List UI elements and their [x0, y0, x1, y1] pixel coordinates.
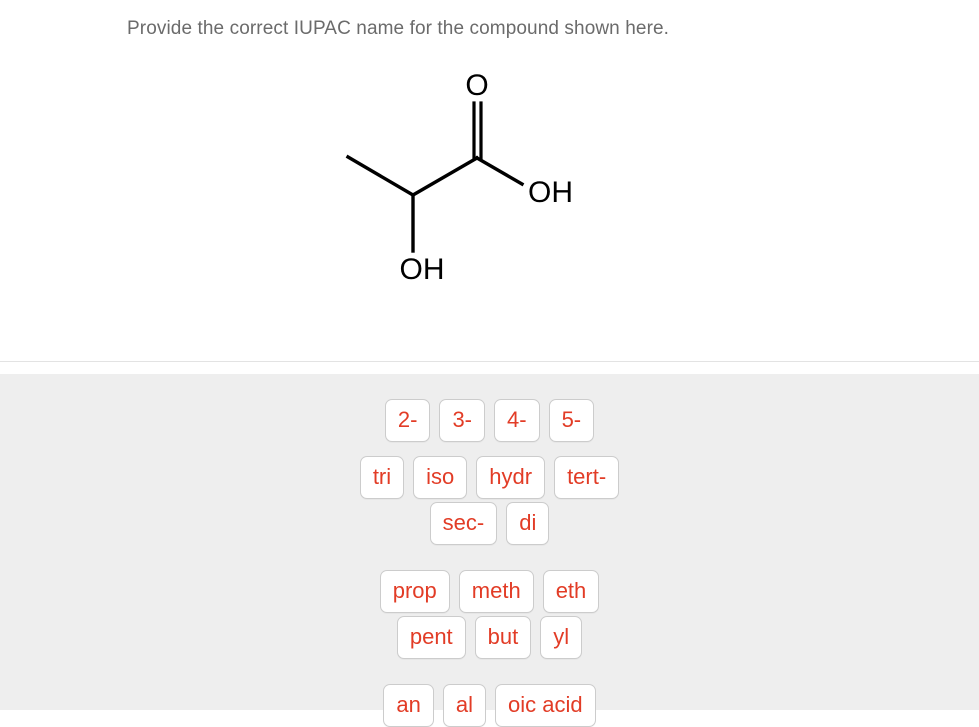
token-row-1: 2- 3- 4- 5- [0, 399, 979, 442]
token-button-eth[interactable]: eth [542, 570, 600, 613]
answer-token-tray: 2- 3- 4- 5- tri iso hydr tert- sec- di p… [0, 374, 979, 727]
token-button-pent[interactable]: pent [396, 616, 466, 659]
token-button-di[interactable]: di [506, 502, 550, 545]
token-button-5[interactable]: 5- [548, 399, 595, 442]
token-button-4[interactable]: 4- [494, 399, 540, 442]
token-button-al[interactable]: al [442, 684, 486, 727]
token-button-tri[interactable]: tri [359, 456, 405, 499]
token-button-oic-acid[interactable]: oic acid [495, 684, 596, 727]
token-row-3: sec- di [0, 502, 979, 545]
token-row-4: prop meth eth [0, 570, 979, 613]
question-prompt: Provide the correct IUPAC name for the c… [127, 18, 670, 39]
token-button-3[interactable]: 3- [439, 399, 485, 442]
molecule-figure: O OH OH [300, 55, 640, 305]
token-row-2: tri iso hydr tert- [0, 456, 979, 499]
token-button-iso[interactable]: iso [413, 456, 468, 499]
bond-c3-c2 [345, 154, 416, 198]
token-row-5: pent but yl [0, 616, 979, 659]
token-button-2[interactable]: 2- [384, 399, 431, 442]
token-row-6: an al oic acid [0, 684, 979, 727]
token-button-hydr[interactable]: hydr [476, 456, 546, 499]
bond-c1-hydroxyl [474, 155, 525, 187]
token-button-sec[interactable]: sec- [429, 502, 498, 545]
bond-c2-c1 [410, 155, 480, 198]
atom-label-carbonyl-oxygen: O [465, 69, 488, 102]
question-panel: Provide the correct IUPAC name for the c… [0, 0, 979, 362]
token-button-tert[interactable]: tert- [554, 456, 620, 499]
token-button-prop[interactable]: prop [379, 570, 450, 613]
token-button-an[interactable]: an [383, 684, 434, 727]
token-button-but[interactable]: but [474, 616, 532, 659]
atom-label-alpha-hydroxyl: OH [400, 253, 445, 286]
atom-label-acid-hydroxyl: OH [528, 176, 573, 209]
token-button-meth[interactable]: meth [458, 570, 534, 613]
token-button-yl[interactable]: yl [540, 616, 583, 659]
molecule-structure-svg: O OH OH [345, 69, 573, 286]
